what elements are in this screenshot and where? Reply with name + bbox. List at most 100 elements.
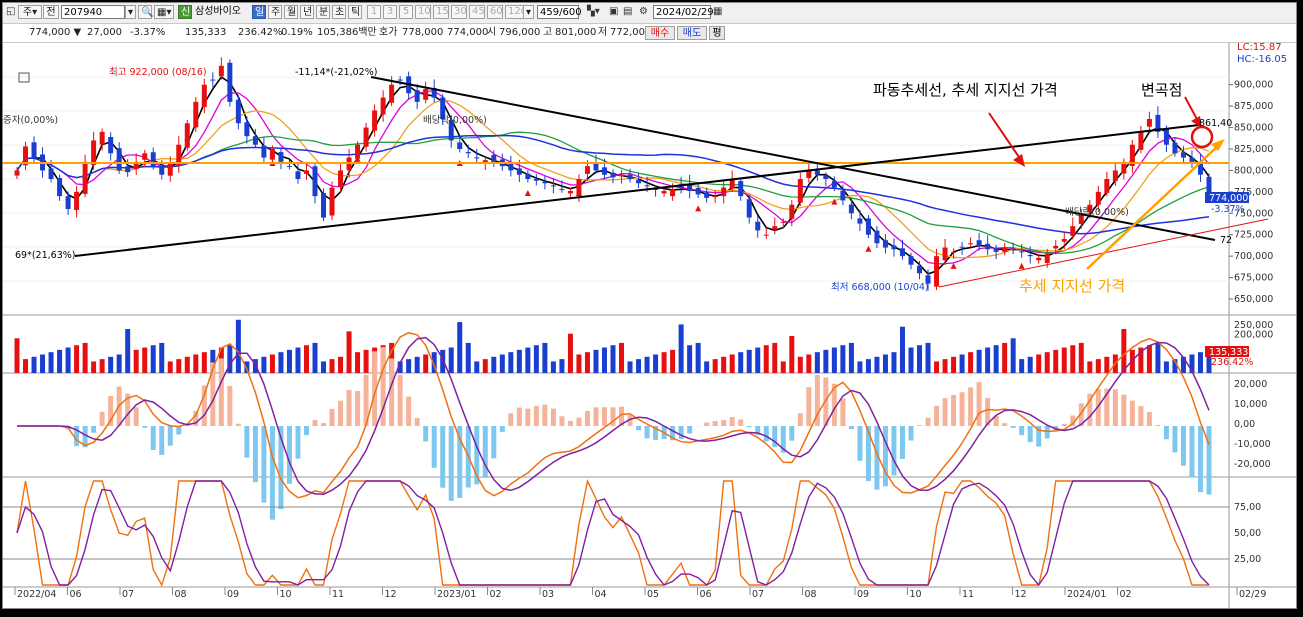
volume-bar (278, 352, 284, 373)
price-tick-label: 825,000 (1234, 144, 1273, 155)
tf-week-button[interactable]: 주 (268, 5, 282, 19)
ex-dividend-label-1: 배당락(0,00%) (423, 114, 487, 126)
sell-button[interactable]: 매도 (677, 26, 707, 40)
interval-button-120[interactable]: 120 (505, 5, 527, 19)
candle-body (14, 170, 20, 176)
tf-second-button[interactable]: 초 (332, 5, 346, 19)
macd-histogram-bar (397, 374, 403, 426)
volume-bar (542, 342, 548, 373)
window-menu-icon[interactable]: ◱ (6, 5, 15, 19)
interval-button-60[interactable]: 60 (487, 5, 503, 19)
prev-button[interactable]: 전 (43, 5, 59, 19)
settings-icon[interactable]: ⚙ (639, 5, 648, 19)
candle-count[interactable]: 459/600 (537, 5, 582, 19)
macd-histogram-bar (636, 426, 642, 431)
volume-bar (1061, 347, 1067, 373)
volume-bar (746, 349, 752, 373)
tf-tick-button[interactable]: 틱 (348, 5, 362, 19)
interval-button-30[interactable]: 30 (451, 5, 467, 19)
candle-body (797, 179, 803, 203)
volume-bar (695, 342, 701, 373)
macd-histogram-bar (1189, 426, 1195, 478)
candle-body (934, 256, 940, 287)
chart-type-icon[interactable]: ▦▾ (154, 5, 174, 19)
quote-turnover: 0.19% (281, 27, 313, 38)
candle-body (227, 62, 233, 102)
macd-tick-label: 0,00 (1234, 419, 1255, 430)
print-icon[interactable]: ▤ (623, 5, 632, 19)
save-icon[interactable]: ▣ (609, 5, 618, 19)
time-tick-label: 11 (962, 589, 974, 600)
code-dropdown-icon[interactable]: ▾ (125, 5, 136, 19)
macd-histogram-bar (159, 426, 165, 455)
candle-body (31, 142, 37, 158)
candle-body (695, 187, 701, 195)
macd-histogram-bar (1027, 426, 1033, 443)
candle-count-value: 459 (540, 7, 560, 18)
period-select[interactable]: 주▾ (18, 5, 42, 19)
price-chart: 250,000200,000 20,00010,0000,00-10,000-2… (3, 43, 1296, 608)
macd-histogram-bar (601, 407, 607, 426)
macd-histogram-bar (286, 426, 292, 484)
candle-body (372, 110, 378, 131)
quote-bid-label: 호가 (379, 27, 398, 38)
macd-histogram-bar (1172, 426, 1178, 453)
macd-histogram-bar (355, 391, 361, 426)
tools-icon[interactable]: ▚▾ (587, 5, 600, 19)
interval-button-1[interactable]: 1 (367, 5, 381, 19)
volume-bar (1155, 342, 1161, 373)
macd-histogram-bar (1197, 426, 1203, 493)
time-tick-label: 2023/01 (437, 589, 476, 600)
lc-label: LC:15.87 (1237, 43, 1282, 53)
interval-button-5[interactable]: 5 (399, 5, 413, 19)
macd-histogram-bar (312, 419, 318, 426)
volume-bar (159, 342, 165, 373)
date-input[interactable]: 2024/02/29 (653, 5, 714, 19)
interval-button-45[interactable]: 45 (469, 5, 485, 19)
interval-button-15[interactable]: 15 (433, 5, 449, 19)
chart-window: ◱ 주▾ 전 207940 ▾ 🔍 ▦▾ 신 삼성바이오 일 주 월 년 분 초… (2, 2, 1297, 609)
buy-button[interactable]: 매수 (645, 26, 675, 40)
volume-bar (108, 356, 114, 373)
time-tick-label: 08 (175, 589, 187, 600)
volume-bar (23, 359, 29, 373)
macd-histogram-bar (431, 426, 437, 468)
tf-month-button[interactable]: 월 (284, 5, 298, 19)
volume-bar (167, 361, 173, 373)
macd-histogram-bar (244, 426, 250, 458)
calendar-icon[interactable]: ▦ (713, 5, 722, 19)
volume-bar (636, 359, 642, 373)
candle-body (1112, 170, 1118, 182)
tf-day-button[interactable]: 일 (252, 5, 266, 19)
interval-dropdown-icon[interactable]: ▾ (523, 5, 534, 19)
interval-button-3[interactable]: 3 (383, 5, 397, 19)
search-icon[interactable]: 🔍 (138, 5, 153, 19)
volume-bar (908, 347, 914, 373)
quote-change-pct: -3.37% (130, 27, 166, 38)
tf-minute-button[interactable]: 분 (316, 5, 330, 19)
candle-body (627, 174, 633, 179)
tf-year-button[interactable]: 년 (300, 5, 314, 19)
time-tick-label: 09 (857, 589, 869, 600)
candle-body (363, 127, 369, 147)
time-tick-label: 02/29 (1239, 589, 1266, 600)
candle-body (823, 175, 829, 179)
macd-histogram-bar (414, 418, 420, 426)
candle-body (193, 101, 199, 128)
volume-bar (321, 361, 327, 373)
volume-bar (286, 349, 292, 373)
stock-code-input[interactable]: 207940 (61, 5, 125, 19)
volume-bar (303, 345, 309, 373)
volume-bar (176, 359, 182, 373)
peak-label: 최고 922,000 (08/16) (109, 67, 207, 78)
volume-bar (857, 361, 863, 373)
quote-price: 774,000 ▼ (29, 27, 82, 38)
interval-button-10[interactable]: 10 (415, 5, 431, 19)
candle-body (704, 192, 710, 198)
volume-bar (57, 349, 63, 373)
eval-button[interactable]: 평 (709, 26, 725, 40)
macd-histogram-bar (806, 387, 812, 426)
volume-bar (65, 347, 71, 373)
candle-body (65, 196, 71, 209)
macd-histogram-bar (1206, 426, 1212, 495)
